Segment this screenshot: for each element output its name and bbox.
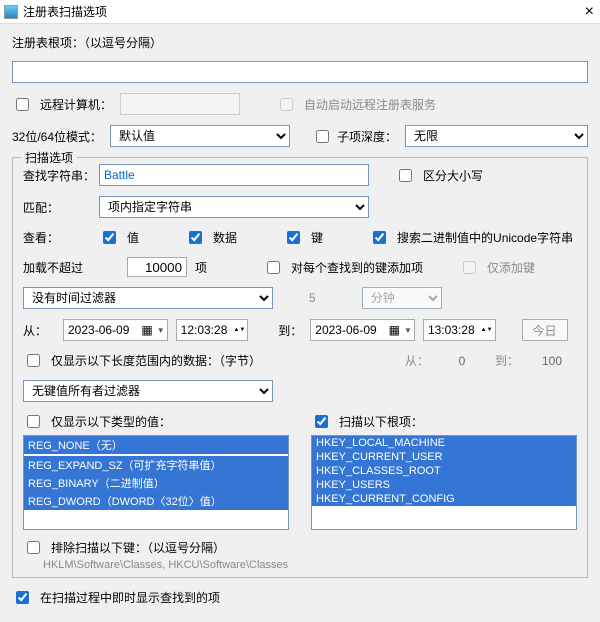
size-to-val: 100 <box>527 354 577 368</box>
addkey-checkbox[interactable] <box>267 261 280 274</box>
size-checkbox[interactable] <box>27 354 40 367</box>
list-item[interactable]: HKEY_CLASSES_ROOT <box>312 464 576 478</box>
child-depth-checkbox[interactable] <box>316 130 329 143</box>
size-to-label: 到： <box>495 352 519 369</box>
look-keys-label: 键 <box>311 229 323 246</box>
remote-checkbox[interactable] <box>16 98 29 111</box>
types-checkbox[interactable] <box>27 415 40 428</box>
types-label: 仅显示以下类型的值： <box>51 413 171 430</box>
to-time[interactable]: 13:03:28▲▼ <box>423 319 496 341</box>
match-select[interactable]: 项内指定字符串 <box>99 196 369 218</box>
look-values-label: 值 <box>127 229 139 246</box>
list-item[interactable]: HKEY_CURRENT_CONFIG <box>312 492 576 506</box>
load-input[interactable] <box>127 257 187 277</box>
root-label: 注册表根项：（以逗号分隔） <box>12 34 162 51</box>
remote-label: 远程计算机： <box>40 96 112 113</box>
roots-label: 扫描以下根项： <box>339 413 423 430</box>
close-icon[interactable]: × <box>585 4 594 20</box>
list-item[interactable]: REG_DWORD（DWORD〈32位〉值） <box>24 492 288 510</box>
size-label: 仅显示以下长度范围内的数据：（字节） <box>51 352 261 369</box>
look-values-checkbox[interactable] <box>103 231 116 244</box>
list-item[interactable]: REG_BINARY（二进制值） <box>24 474 288 492</box>
live-label: 在扫描过程中即时显示查找到的项 <box>40 589 220 606</box>
from-label: 从： <box>23 322 55 339</box>
roots-listbox[interactable]: HKEY_LOCAL_MACHINE HKEY_CURRENT_USER HKE… <box>311 435 577 530</box>
load-label: 加载不超过 <box>23 259 91 276</box>
root-input[interactable] <box>12 61 588 83</box>
from-date[interactable]: 2023-06-09▦▼ <box>63 319 168 341</box>
to-label: 到： <box>278 322 302 339</box>
unicode-checkbox[interactable] <box>373 231 386 244</box>
search-label: 查找字符串： <box>23 167 91 184</box>
look-keys-checkbox[interactable] <box>287 231 300 244</box>
from-time[interactable]: 12:03:28▲▼ <box>176 319 249 341</box>
unicode-label: 搜索二进制值中的Unicode字符串 <box>397 229 573 246</box>
owner-filter-select[interactable]: 无键值所有者过滤器 <box>23 380 273 402</box>
look-label: 查看： <box>23 229 91 246</box>
size-from-label: 从： <box>405 352 429 369</box>
mode-select[interactable]: 默认值 <box>110 125 290 147</box>
window-title: 注册表扫描选项 <box>23 3 107 20</box>
look-data-label: 数据 <box>213 229 237 246</box>
case-label: 区分大小写 <box>423 167 483 184</box>
list-item[interactable]: REG_EXPAND_SZ（可扩充字符串值） <box>24 456 288 474</box>
mode-label: 32位/64位模式： <box>12 128 102 145</box>
exclude-label: 排除扫描以下键：（以逗号分隔） <box>51 539 225 556</box>
list-item[interactable]: REG_NONE（无） <box>24 436 288 454</box>
addkey-label: 对每个查找到的键添加项 <box>291 259 423 276</box>
auto-remote-label: 自动启动远程注册表服务 <box>304 96 436 113</box>
time-unit-select: 分钟 <box>362 287 442 309</box>
list-item[interactable]: HKEY_USERS <box>312 478 576 492</box>
list-item[interactable]: HKEY_CURRENT_USER <box>312 450 576 464</box>
today-button: 今日 <box>522 319 568 341</box>
onlyadd-label: 仅添加键 <box>487 259 535 276</box>
roots-checkbox[interactable] <box>315 415 328 428</box>
search-input[interactable] <box>99 164 369 186</box>
load-unit: 项 <box>195 259 207 276</box>
child-depth-select[interactable]: 无限 <box>405 125 588 147</box>
types-listbox[interactable]: REG_NONE（无） REG_EXPAND_SZ（可扩充字符串值） REG_B… <box>23 435 289 530</box>
onlyadd-checkbox <box>463 261 476 274</box>
match-label: 匹配： <box>23 199 91 216</box>
time-filter-select[interactable]: 没有时间过滤器 <box>23 287 273 309</box>
look-data-checkbox[interactable] <box>189 231 202 244</box>
case-checkbox[interactable] <box>399 169 412 182</box>
to-date[interactable]: 2023-06-09▦▼ <box>310 319 415 341</box>
list-item[interactable]: HKEY_LOCAL_MACHINE <box>312 436 576 450</box>
remote-input <box>120 93 240 115</box>
exclude-checkbox[interactable] <box>27 541 40 554</box>
auto-remote-checkbox <box>280 98 293 111</box>
scan-group-title: 扫描选项 <box>21 149 77 166</box>
time-num: 5 <box>309 291 316 305</box>
child-depth-label: 子项深度： <box>337 128 397 145</box>
size-from-val: 0 <box>437 354 487 368</box>
app-icon <box>4 5 18 19</box>
live-checkbox[interactable] <box>16 591 29 604</box>
